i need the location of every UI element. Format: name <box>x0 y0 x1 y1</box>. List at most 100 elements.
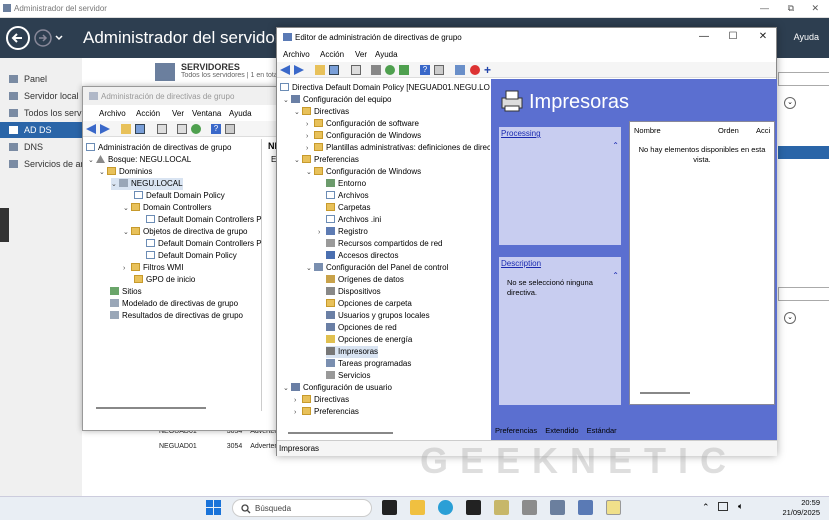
menu-help[interactable]: Ayuda <box>375 50 398 59</box>
minimize-button[interactable]: — <box>760 3 769 13</box>
collapse-icon[interactable]: ⌄ <box>306 167 314 179</box>
sidebar-item-ad-ds[interactable]: AD DS <box>0 122 82 138</box>
menu-window[interactable]: Ventana <box>192 109 221 118</box>
expand-icon[interactable]: › <box>318 227 326 239</box>
forward-icon[interactable] <box>294 65 304 75</box>
up-folder-icon[interactable] <box>315 65 325 75</box>
tab-preferences[interactable]: Preferencias <box>495 426 537 435</box>
tasks-dropdown[interactable] <box>778 72 829 86</box>
tree-node[interactable]: Servicios <box>326 370 370 382</box>
help-menu[interactable]: Ayuda <box>794 32 819 42</box>
collapse-icon[interactable]: ⌄ <box>283 383 291 395</box>
tree-node[interactable]: ⌄ Configuración de usuario <box>283 382 392 394</box>
column-header-order[interactable]: Orden <box>718 126 739 135</box>
tree-node-selected[interactable]: ⌄ NEGU.LOCAL <box>111 178 183 190</box>
network-icon[interactable] <box>718 502 728 511</box>
collapse-icon[interactable]: ⌄ <box>294 155 302 167</box>
show-tree-icon[interactable] <box>135 124 145 134</box>
back-icon[interactable] <box>280 65 290 75</box>
print-icon[interactable] <box>371 65 381 75</box>
stop-icon[interactable] <box>470 65 480 75</box>
expand-icon[interactable]: ⌄ <box>784 97 796 109</box>
expand-icon[interactable]: › <box>306 143 314 154</box>
taskbar-search[interactable]: Búsqueda <box>232 499 372 517</box>
tree-node[interactable]: Entorno <box>326 178 366 190</box>
tree-node[interactable]: Opciones de red <box>326 322 397 334</box>
tree-node[interactable]: Tareas programadas <box>326 358 411 370</box>
tree-node[interactable]: › Plantillas administrativas: definicione… <box>306 142 490 154</box>
minimize-button[interactable]: — <box>697 30 711 44</box>
collapse-icon[interactable]: ⌃ <box>612 141 619 150</box>
tree-node[interactable]: Opciones de energía <box>326 334 412 346</box>
help-icon[interactable]: ? <box>211 124 221 134</box>
forward-icon[interactable] <box>100 124 110 134</box>
expand-icon[interactable]: › <box>123 263 131 275</box>
tree-node[interactable]: ⌄ Configuración de Windows <box>306 166 421 178</box>
column-header-action[interactable]: Acci <box>756 126 770 135</box>
table-row[interactable]: NEGUAD01 3054 Advertencia <box>159 443 287 450</box>
tree-node[interactable]: › Directivas <box>294 394 349 406</box>
collapse-icon[interactable]: ⌄ <box>294 107 302 119</box>
tool-icon[interactable] <box>494 500 509 515</box>
collapse-icon[interactable]: ⌄ <box>123 203 131 215</box>
tree-node[interactable]: Modelado de directivas de grupo <box>110 298 238 310</box>
tree-node[interactable]: › Preferencias <box>294 406 359 418</box>
expand-icon[interactable]: › <box>294 407 302 419</box>
menu-file[interactable]: Archivo <box>283 50 310 59</box>
tree-node[interactable]: GPO de inicio <box>134 274 195 286</box>
help-icon[interactable]: ? <box>420 65 430 75</box>
collapse-icon[interactable]: ⌄ <box>88 155 96 167</box>
show-tree-icon[interactable] <box>329 65 339 75</box>
tree-node[interactable]: Archivos <box>326 190 369 202</box>
file-explorer-icon[interactable] <box>410 500 425 515</box>
tree-node[interactable]: Sitios <box>110 286 142 298</box>
tree-node[interactable]: › Configuración de software <box>306 118 419 130</box>
volume-icon[interactable]: 🔈︎ <box>738 501 743 512</box>
server-manager-icon[interactable] <box>550 500 565 515</box>
expand-icon[interactable]: ⌄ <box>784 312 796 324</box>
clock[interactable]: 20:59 21/09/2025 <box>766 498 820 518</box>
sidebar-item-panel[interactable]: Panel <box>0 71 82 87</box>
nav-arrows-icon[interactable] <box>5 25 65 51</box>
tab-standard[interactable]: Estándar <box>587 426 617 435</box>
mmc-icon[interactable] <box>225 124 235 134</box>
tree-node[interactable]: Usuarios y grupos locales <box>326 310 430 322</box>
tree-node[interactable]: Administración de directivas de grupo <box>86 142 231 154</box>
sidebar-item-file-services[interactable]: Servicios de archivos <box>0 156 82 172</box>
tree-node[interactable]: ⌄ Objetos de directiva de grupo <box>123 226 248 238</box>
tree-node[interactable]: ⌄ Configuración del equipo <box>283 94 392 106</box>
close-button[interactable]: ✕ <box>756 30 770 44</box>
collapse-icon[interactable]: ⌄ <box>306 263 314 275</box>
horizontal-scrollbar[interactable] <box>640 392 690 394</box>
properties-icon[interactable] <box>177 124 187 134</box>
notepad-icon[interactable] <box>606 500 621 515</box>
tree-node[interactable]: ⌄ Preferencias <box>294 154 359 166</box>
back-icon[interactable] <box>86 124 96 134</box>
edge-icon[interactable] <box>438 500 453 515</box>
maximize-button[interactable]: ⧉ <box>788 3 794 14</box>
menu-view[interactable]: Ver <box>355 50 367 59</box>
tree-node[interactable]: Recursos compartidos de red <box>326 238 443 250</box>
add-icon[interactable]: + <box>484 64 494 76</box>
tree-node[interactable]: ⌄ Dominios <box>99 166 152 178</box>
windows-start-icon[interactable] <box>206 500 222 516</box>
tree-node[interactable]: ⌄ Directivas <box>294 106 349 118</box>
tab-extended[interactable]: Extendido <box>545 426 578 435</box>
close-button[interactable]: ✕ <box>811 3 819 14</box>
horizontal-scrollbar[interactable] <box>288 432 393 434</box>
menu-action[interactable]: Acción <box>320 50 344 59</box>
tree-node[interactable]: Default Domain Controllers Policy <box>146 214 262 226</box>
up-folder-icon[interactable] <box>121 124 131 134</box>
sidebar-item-all-servers[interactable]: Todos los servidores <box>0 105 82 121</box>
mmc-icon[interactable] <box>434 65 444 75</box>
menu-file[interactable]: Archivo <box>99 109 126 118</box>
collapse-icon[interactable]: ⌄ <box>123 227 131 239</box>
tree-node[interactable]: › Configuración de Windows <box>306 130 421 142</box>
maximize-button[interactable]: ☐ <box>726 30 740 44</box>
sidebar-item-dns[interactable]: DNS <box>0 139 82 155</box>
tree-node[interactable]: ⌄ Configuración del Panel de control <box>306 262 448 274</box>
menu-action[interactable]: Acción <box>136 109 160 118</box>
tree-node[interactable]: ⌄ Domain Controllers <box>123 202 211 214</box>
menu-help[interactable]: Ayuda <box>229 109 252 118</box>
terminal-icon[interactable] <box>466 500 481 515</box>
